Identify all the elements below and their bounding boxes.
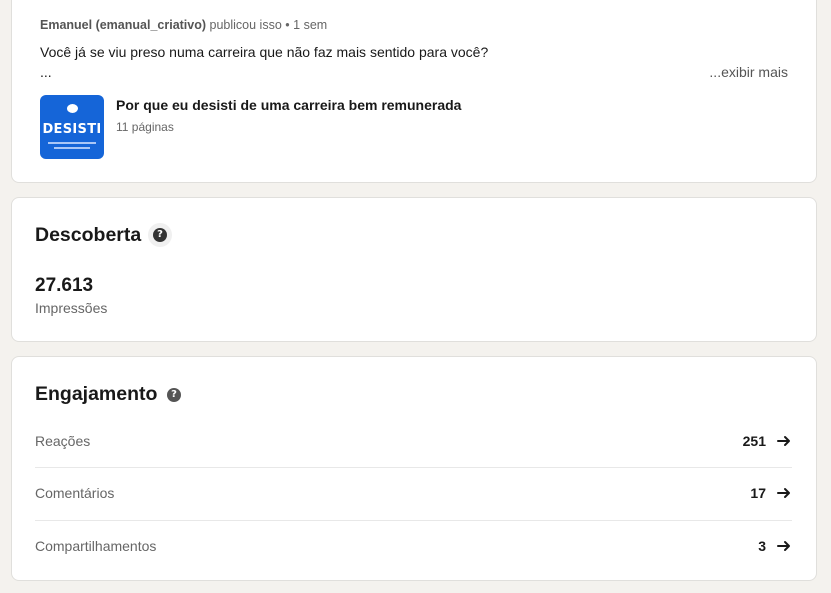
row-label: Reações — [35, 433, 91, 449]
thumbnail-line-decoration — [54, 147, 90, 149]
see-more-link[interactable]: ...exibir mais — [709, 64, 788, 80]
thumbnail-line-decoration — [48, 142, 96, 144]
post-author-line: Emanuel (emanual_criativo) publicou isso… — [40, 18, 327, 32]
engagement-card: Engajamento ? Reações 251 Comentários 17… — [11, 356, 817, 581]
discovery-card: Descoberta ? 27.613 Impressões — [11, 197, 817, 342]
post-action: publicou isso — [209, 18, 282, 32]
arrow-right-icon — [777, 488, 790, 498]
arrow-right-icon — [777, 541, 790, 551]
impressions-label: Impressões — [35, 300, 108, 316]
row-value: 251 — [742, 433, 766, 449]
post-card: Emanuel (emanual_criativo) publicou isso… — [11, 0, 817, 183]
document-pages: 11 páginas — [116, 120, 174, 134]
engagement-row-comments[interactable]: Comentários 17 — [35, 467, 792, 519]
question-circle-icon[interactable]: ? — [167, 388, 181, 402]
question-circle-icon: ? — [153, 228, 167, 242]
engagement-title: Engajamento — [35, 383, 158, 405]
discovery-title: Descoberta — [35, 224, 142, 246]
speech-bubble-icon — [67, 104, 78, 113]
row-value: 3 — [758, 538, 766, 554]
arrow-right-icon — [777, 436, 790, 446]
post-time: 1 sem — [293, 18, 328, 32]
engagement-row-reactions[interactable]: Reações 251 — [35, 415, 792, 467]
engagement-row-shares[interactable]: Compartilhamentos 3 — [35, 520, 792, 572]
document-title[interactable]: Por que eu desisti de uma carreira bem r… — [116, 97, 461, 113]
post-text: Você já se viu preso numa carreira que n… — [40, 44, 489, 60]
discovery-help-button[interactable]: ? — [148, 223, 172, 247]
author-name[interactable]: Emanuel (emanual_criativo) — [40, 18, 206, 32]
document-thumbnail[interactable]: DESISTI — [40, 95, 104, 159]
post-text-ellipsis: ... — [40, 64, 52, 80]
separator: • — [285, 18, 290, 32]
document-thumbnail-text: DESISTI — [42, 122, 102, 137]
row-value: 17 — [750, 485, 766, 501]
row-label: Comentários — [35, 485, 115, 501]
row-label: Compartilhamentos — [35, 538, 157, 554]
impressions-value: 27.613 — [35, 275, 94, 296]
